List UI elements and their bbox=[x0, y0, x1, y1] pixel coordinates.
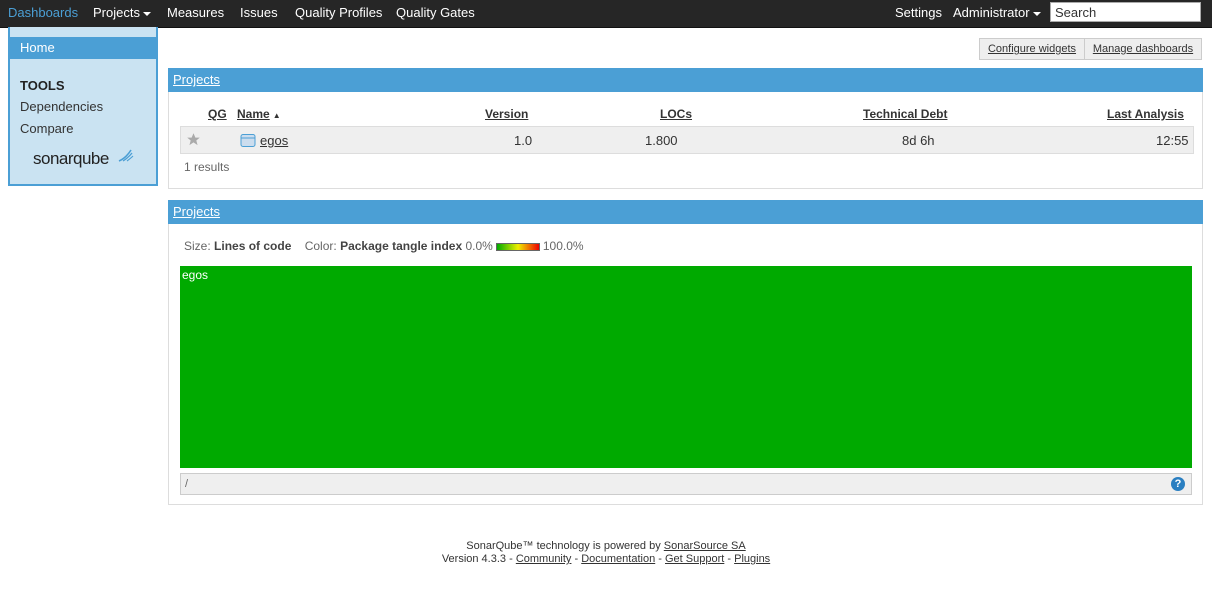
sonarqube-logo: sonarqube bbox=[33, 149, 109, 168]
sidebar-top-strip bbox=[10, 27, 156, 37]
nav-issues[interactable]: Issues bbox=[240, 0, 278, 27]
nav-administrator[interactable]: Administrator bbox=[953, 0, 1041, 27]
footer-separator: - bbox=[571, 553, 582, 565]
search-input[interactable] bbox=[1050, 2, 1201, 22]
footer-separator: - bbox=[655, 553, 665, 565]
sidebar-tools-heading: TOOLS bbox=[20, 78, 65, 93]
project-icon bbox=[240, 134, 256, 147]
cell-version: 1.0 bbox=[514, 133, 533, 148]
get-support-link[interactable]: Get Support bbox=[665, 553, 724, 565]
nav-administrator-label: Administrator bbox=[953, 5, 1030, 20]
table-row: egos 1.0 1.800 8d 6h 12:55 bbox=[180, 126, 1194, 154]
projects-treemap-widget: Projects Size: Lines of code Color: Pack… bbox=[168, 200, 1203, 505]
footer-separator: - bbox=[724, 553, 735, 565]
nav-projects-label: Projects bbox=[93, 5, 140, 20]
column-header-name[interactable]: Name ▲ bbox=[237, 107, 281, 121]
treemap-legend: Size: Lines of code Color: Package tangl… bbox=[184, 239, 584, 253]
footer-line-2: Version 4.3.3 - Community - Documentatio… bbox=[0, 553, 1212, 565]
treemap-breadcrumb-root[interactable]: / bbox=[185, 478, 188, 490]
column-header-name-label: Name bbox=[237, 107, 270, 121]
color-scale-min: 0.0% bbox=[465, 239, 493, 253]
cell-last-analysis: 12:55 bbox=[1156, 133, 1189, 148]
color-label: Color: bbox=[304, 239, 337, 253]
nav-settings[interactable]: Settings bbox=[895, 0, 942, 27]
sidebar-item-compare[interactable]: Compare bbox=[20, 121, 73, 136]
color-scale-gradient bbox=[495, 242, 540, 251]
manage-dashboards-button[interactable]: Manage dashboards bbox=[1084, 38, 1202, 60]
nav-measures[interactable]: Measures bbox=[167, 0, 224, 27]
sidebar: Home TOOLS Dependencies Compare sonarqub… bbox=[8, 27, 158, 186]
footer-separator: - bbox=[506, 553, 516, 565]
color-metric: Package tangle index bbox=[340, 239, 463, 253]
results-count: 1 results bbox=[184, 160, 230, 174]
column-header-qg[interactable]: QG bbox=[208, 107, 227, 121]
plugins-link[interactable]: Plugins bbox=[734, 553, 770, 565]
projects-treemap-title[interactable]: Projects bbox=[168, 200, 1203, 224]
footer-version: Version 4.3.3 bbox=[441, 553, 507, 565]
projects-table-widget: Projects QG Name ▲ Version LOCs Technical… bbox=[168, 68, 1203, 189]
column-header-last-analysis[interactable]: Last Analysis bbox=[1107, 107, 1184, 121]
footer-powered-text: SonarQube™ technology is powered by bbox=[466, 540, 664, 552]
color-scale-max: 100.0% bbox=[542, 239, 584, 253]
sonarsource-link[interactable]: SonarSource SA bbox=[664, 540, 746, 552]
help-icon[interactable]: ? bbox=[1171, 477, 1185, 491]
treemap-cell-label: egos bbox=[182, 268, 209, 282]
sidebar-item-home[interactable]: Home bbox=[10, 37, 156, 59]
chevron-down-icon bbox=[1032, 11, 1041, 16]
top-navbar: Dashboards Projects Measures Issues Qual… bbox=[0, 0, 1212, 28]
project-link-egos[interactable]: egos bbox=[260, 133, 288, 148]
projects-table-title[interactable]: Projects bbox=[168, 68, 1203, 92]
chevron-down-icon bbox=[142, 11, 151, 16]
nav-quality-profiles[interactable]: Quality Profiles bbox=[295, 0, 382, 27]
documentation-link[interactable]: Documentation bbox=[581, 553, 655, 565]
community-link[interactable]: Community bbox=[516, 553, 572, 565]
nav-quality-gates[interactable]: Quality Gates bbox=[396, 0, 475, 27]
size-metric: Lines of code bbox=[214, 239, 292, 253]
sonar-waves-icon bbox=[118, 149, 134, 162]
column-header-version[interactable]: Version bbox=[485, 107, 528, 121]
cell-locs: 1.800 bbox=[645, 133, 678, 148]
star-icon[interactable] bbox=[186, 132, 201, 147]
treemap-breadcrumb: / ? bbox=[180, 473, 1192, 495]
configure-widgets-button[interactable]: Configure widgets bbox=[979, 38, 1085, 60]
column-header-technical-debt[interactable]: Technical Debt bbox=[863, 107, 947, 121]
treemap-cell-egos[interactable]: egos bbox=[180, 266, 1192, 468]
cell-technical-debt: 8d 6h bbox=[902, 133, 935, 148]
column-header-locs[interactable]: LOCs bbox=[660, 107, 692, 121]
sidebar-item-dependencies[interactable]: Dependencies bbox=[20, 99, 103, 114]
sort-ascending-icon: ▲ bbox=[272, 111, 281, 120]
nav-dashboards[interactable]: Dashboards bbox=[8, 0, 78, 27]
nav-projects[interactable]: Projects bbox=[93, 0, 151, 27]
size-label: Size: bbox=[184, 239, 211, 253]
footer-line-1: SonarQube™ technology is powered by Sona… bbox=[0, 540, 1212, 552]
